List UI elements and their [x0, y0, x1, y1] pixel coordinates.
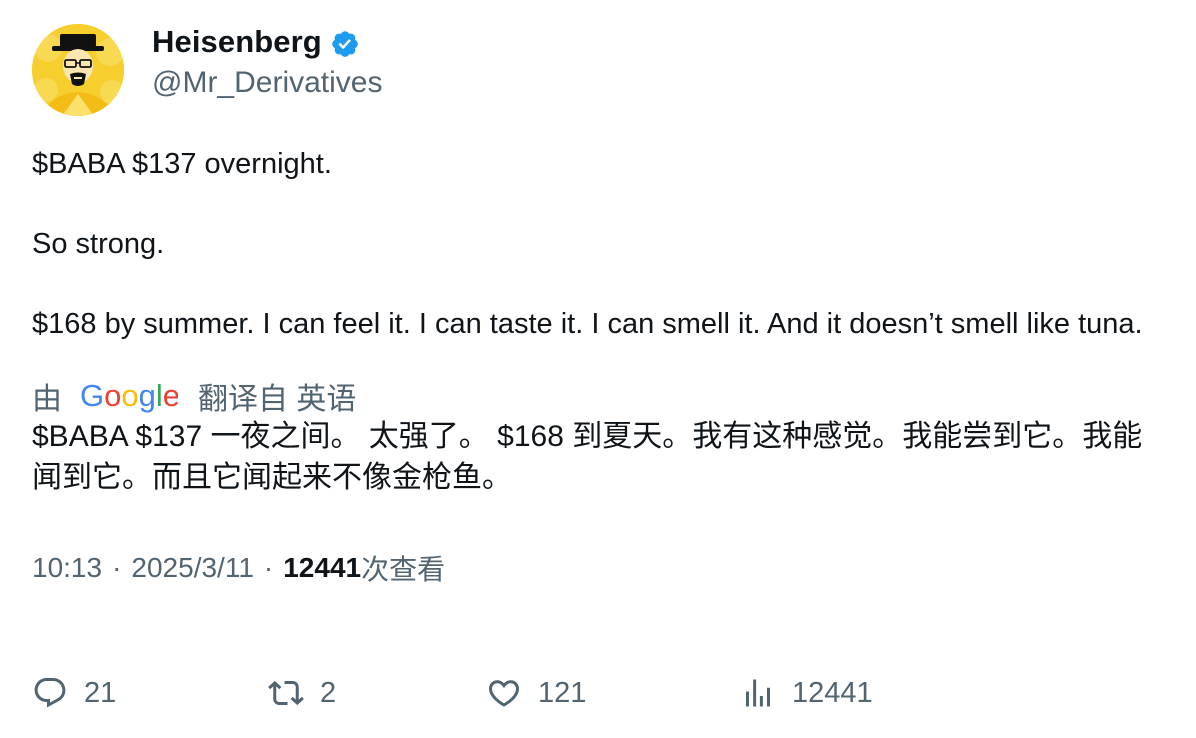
tweet-paragraph-spacer — [32, 184, 1164, 224]
views-action-count: 12441 — [792, 676, 873, 709]
avatar-image — [32, 24, 124, 116]
tweet-header: Heisenberg @Mr_Derivatives — [32, 24, 1164, 120]
tweet-paragraph-spacer — [32, 264, 1164, 304]
avatar[interactable] — [32, 24, 124, 116]
translation-attribution: 由 Google 翻译自 英语 — [32, 376, 1164, 416]
tweet-paragraph: $BABA $137 overnight. — [32, 148, 332, 180]
display-name-row: Heisenberg — [152, 24, 383, 60]
tweet-text: $BABA $137 overnight. So strong. $168 by… — [32, 144, 1164, 344]
tweet: Heisenberg @Mr_Derivatives $BABA $137 ov… — [32, 24, 1164, 588]
author-names: Heisenberg @Mr_Derivatives — [152, 24, 383, 100]
meta-separator: · — [112, 552, 122, 583]
reply-icon — [34, 678, 66, 708]
display-name[interactable]: Heisenberg — [152, 24, 322, 60]
verified-badge-icon[interactable] — [330, 29, 360, 59]
like-button[interactable]: 121 — [486, 648, 586, 738]
author-handle[interactable]: @Mr_Derivatives — [152, 66, 383, 100]
translation-prefix: 由 — [32, 383, 62, 416]
repost-button[interactable]: 2 — [268, 648, 336, 738]
repost-count: 2 — [320, 676, 337, 709]
tweet-paragraph: So strong. — [32, 228, 165, 260]
tweet-time[interactable]: 10:13 — [32, 552, 102, 584]
reply-button[interactable]: 21 — [32, 648, 116, 738]
tweet-date[interactable]: 2025/3/11 — [131, 552, 254, 584]
bar-chart-icon — [746, 679, 770, 707]
like-count: 121 — [538, 676, 587, 709]
google-logo: Google — [80, 378, 178, 413]
views-button[interactable]: 12441 — [740, 648, 873, 738]
translated-text: $BABA $137 一夜之间。 太强了。 $168 到夏天。我有这种感觉。我能… — [32, 420, 1143, 494]
repost-icon — [268, 680, 304, 706]
views-label: 次查看 — [361, 554, 446, 585]
tweet-paragraph: $168 by summer. I can feel it. I can tas… — [32, 308, 1143, 340]
heart-icon — [488, 680, 520, 707]
translation-suffix[interactable]: 翻译自 英语 — [198, 374, 356, 418]
tweet-meta: 10:13 · 2025/3/11 · 12441 次查看 — [32, 548, 1164, 588]
reply-count: 21 — [84, 676, 117, 709]
action-bar: 21 2 121 12441 — [32, 648, 1164, 738]
svg-text:Google: Google — [80, 378, 178, 413]
meta-separator: · — [263, 552, 274, 583]
views-count: 12441 — [283, 552, 362, 583]
